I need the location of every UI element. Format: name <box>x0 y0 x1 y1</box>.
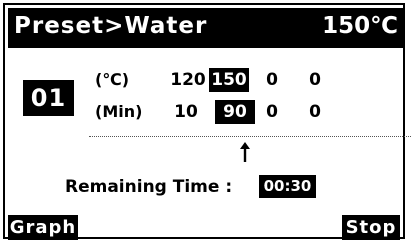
stop-softkey[interactable]: Stop <box>342 215 400 240</box>
temperature-value-3[interactable]: 0 <box>262 68 282 92</box>
preset-title: Preset>Water <box>14 13 208 39</box>
current-temperature: 150℃ <box>322 13 398 39</box>
temperature-row-label: (℃) <box>95 70 129 89</box>
remaining-time-label: Remaining Time : <box>65 177 233 197</box>
temperature-value-2-selected[interactable]: 150 <box>209 68 249 92</box>
minutes-value-4[interactable]: 0 <box>305 100 325 124</box>
minutes-value-2-selected[interactable]: 90 <box>215 100 255 124</box>
up-arrow-icon <box>240 142 250 162</box>
graph-softkey[interactable]: Graph <box>8 215 78 240</box>
temperature-value-4[interactable]: 0 <box>305 68 325 92</box>
title-bar: Preset>Water 150℃ <box>8 8 404 48</box>
minutes-row-label: (Min) <box>95 102 143 121</box>
minutes-value-3[interactable]: 0 <box>262 100 282 124</box>
divider-line <box>89 136 412 137</box>
temperature-value-1[interactable]: 120 <box>169 68 207 92</box>
remaining-time-value: 00:30 <box>259 175 316 198</box>
minutes-value-1[interactable]: 10 <box>171 100 201 124</box>
display-panel: Preset>Water 150℃ 01 (℃) 120 150 0 0 (Mi… <box>3 3 412 240</box>
step-number: 01 <box>23 80 74 116</box>
